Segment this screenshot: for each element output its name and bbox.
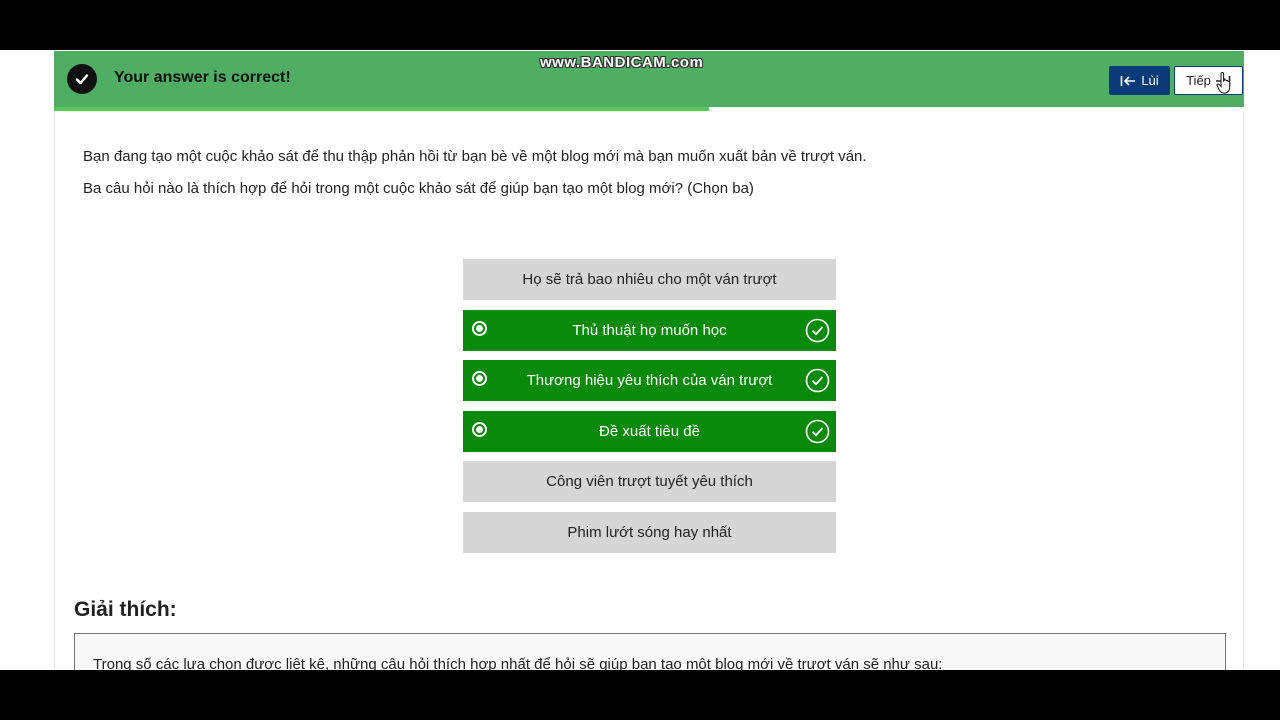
check-circle-icon: [805, 419, 830, 444]
answer-option-label: Thương hiệu yêu thích của ván trượt: [526, 372, 773, 390]
check-circle-icon: [805, 318, 830, 342]
back-button-label: Lùi: [1141, 73, 1159, 88]
radio-selected-icon: [472, 320, 487, 336]
answer-option-label: Phim lướt sóng hay nhất: [567, 523, 732, 541]
answer-option[interactable]: Thương hiệu yêu thích của ván trượt: [463, 360, 836, 402]
feedback-message: Your answer is correct!: [114, 69, 291, 86]
quiz-progress-bar: [54, 107, 1244, 111]
answer-option-label: Đề xuất tiêu đề: [599, 422, 700, 440]
video-letterbox-top: [0, 0, 1280, 50]
answer-option[interactable]: Công viên trượt tuyết yêu thích: [463, 461, 836, 503]
answer-option[interactable]: Thủ thuật họ muốn học: [463, 309, 836, 351]
answer-option-label: Thủ thuật họ muốn học: [572, 321, 727, 339]
back-button[interactable]: Lùi: [1109, 66, 1170, 95]
explanation-heading: Giải thích:: [74, 598, 177, 621]
quiz-progress-fill: [54, 107, 709, 111]
answer-feedback-bar: Your answer is correct! www.BANDICAM.com…: [54, 51, 1244, 107]
answer-options: Họ sẽ trả bao nhiêu cho một ván trượt Th…: [463, 259, 836, 563]
radio-selected-icon: [472, 421, 487, 437]
recording-watermark: www.BANDICAM.com: [540, 54, 704, 71]
mouse-pointer-icon: [1216, 72, 1231, 94]
back-arrow-icon: [1121, 75, 1136, 86]
question-context: Bạn đang tạo một cuộc khảo sát để thu th…: [83, 148, 867, 165]
answer-option[interactable]: Đề xuất tiêu đề: [463, 410, 836, 452]
check-circle-icon: [805, 368, 830, 393]
answer-option-label: Công viên trượt tuyết yêu thích: [546, 473, 753, 491]
answer-option-label: Họ sẽ trả bao nhiêu cho một ván trượt: [522, 271, 777, 288]
correct-check-icon: [67, 64, 97, 94]
next-button[interactable]: Tiếp: [1174, 66, 1243, 95]
video-letterbox-bottom: [0, 670, 1280, 720]
radio-selected-icon: [472, 371, 487, 387]
next-button-label: Tiếp: [1186, 73, 1211, 88]
answer-option[interactable]: Họ sẽ trả bao nhiêu cho một ván trượt: [463, 259, 836, 300]
question-prompt: Ba câu hỏi nào là thích hợp để hỏi trong…: [83, 180, 754, 197]
answer-option[interactable]: Phim lướt sóng hay nhất: [463, 511, 836, 553]
